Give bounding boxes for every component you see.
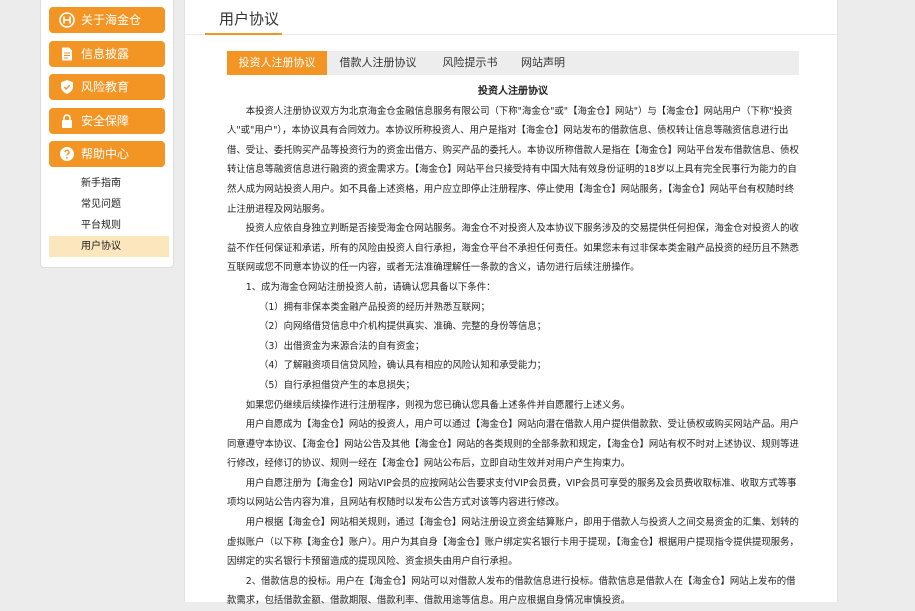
condition-item: （1）拥有非保本类金融产品投资的经历并熟悉互联网； (258, 301, 490, 313)
condition-item: （5）自行承担借贷产生的本息损失； (258, 379, 415, 391)
logo-icon (59, 12, 75, 28)
submenu-item-platform-rules[interactable]: 平台规则 (49, 215, 169, 236)
paragraph: 用户自愿成为【海金仓】网站的投资人，用户可以通过【海金仓】网站向潜在借款人用户提… (227, 419, 799, 470)
question-icon (59, 146, 75, 162)
sidebar-item-disclosure[interactable]: 信息披露 (49, 41, 165, 67)
sidebar-item-label: 信息披露 (81, 47, 130, 61)
sidebar-item-label: 帮助中心 (81, 147, 130, 161)
sidebar-item-help[interactable]: 帮助中心 (49, 141, 165, 167)
agreement-tabs: 投资人注册协议 借款人注册协议 风险提示书 网站声明 (227, 51, 799, 75)
tab-risk-notice[interactable]: 风险提示书 (429, 51, 511, 75)
submenu-item-beginner-guide[interactable]: 新手指南 (49, 173, 169, 194)
main-panel: 用户协议 投资人注册协议 借款人注册协议 风险提示书 网站声明 投资人注册协议 … (184, 0, 839, 606)
sidebar-item-label: 风险教育 (81, 80, 130, 94)
tab-investor-agreement[interactable]: 投资人注册协议 (227, 51, 327, 75)
paragraph: 2、借款信息的投标。用户在【海金仓】网站可以对借款人发布的借款信息进行投标。借款… (227, 575, 796, 607)
paragraph: 本投资人注册协议双方为北京海金仓金融信息服务有限公司（下称"海金仓"或"【海金仓… (227, 105, 799, 215)
condition-item: （2）向网络借贷信息中介机构提供真实、准确、完整的身份等信息； (258, 321, 547, 333)
title-divider (185, 34, 839, 35)
submenu-item-faq[interactable]: 常见问题 (49, 194, 169, 215)
tab-borrower-agreement[interactable]: 借款人注册协议 (327, 51, 429, 75)
shield-icon (59, 79, 75, 95)
document-icon (59, 46, 75, 62)
help-submenu: 新手指南 常见问题 平台规则 用户协议 (49, 173, 169, 257)
paragraph: 用户自愿注册为【海金仓】网站VIP会员的应按网站公告要求支付VIP会员费，VIP… (227, 477, 797, 509)
paragraph: 1、成为海金仓网站注册投资人前，请确认您具备以下条件： (245, 281, 496, 293)
tab-site-statement[interactable]: 网站声明 (511, 51, 575, 75)
page-title: 用户协议 (219, 10, 280, 28)
sidebar-item-risk-education[interactable]: 风险教育 (49, 74, 165, 100)
sidebar-item-security[interactable]: 安全保障 (49, 108, 165, 134)
sidebar-item-about[interactable]: 关于海金仓 (49, 7, 165, 33)
submenu-item-user-agreement[interactable]: 用户协议 (49, 236, 169, 257)
lock-icon (59, 113, 75, 129)
title-underline (205, 33, 282, 35)
paragraph: 如果您仍继续后续操作进行注册程序，则视为您已确认您具备上述条件并自愿履行上述义务… (245, 399, 631, 411)
paragraph: 用户根据【海金仓】网站相关规则，通过【海金仓】网站注册设立资金结算账户，即用于借… (227, 517, 799, 568)
condition-item: （4）了解融资项目信贷风险，确认具有相应的风险认知和承受能力； (258, 360, 547, 372)
sidebar-item-label: 关于海金仓 (81, 13, 142, 27)
document-title: 投资人注册协议 (478, 86, 548, 97)
paragraph: 投资人应依自身独立判断是否接受海金仓网站服务。海金仓不对投资人及本协议下服务涉及… (227, 223, 799, 274)
sidebar-item-label: 安全保障 (81, 114, 130, 128)
agreement-document: 投资人注册协议 本投资人注册协议双方为北京海金仓金融信息服务有限公司（下称"海金… (227, 82, 799, 611)
condition-item: （3）出借资金为来源合法的自有资金； (258, 340, 425, 352)
sidebar: 关于海金仓 信息披露 风险教育 安全保障 帮助中心 新手指南 常见问题 平台规则… (40, 0, 174, 268)
